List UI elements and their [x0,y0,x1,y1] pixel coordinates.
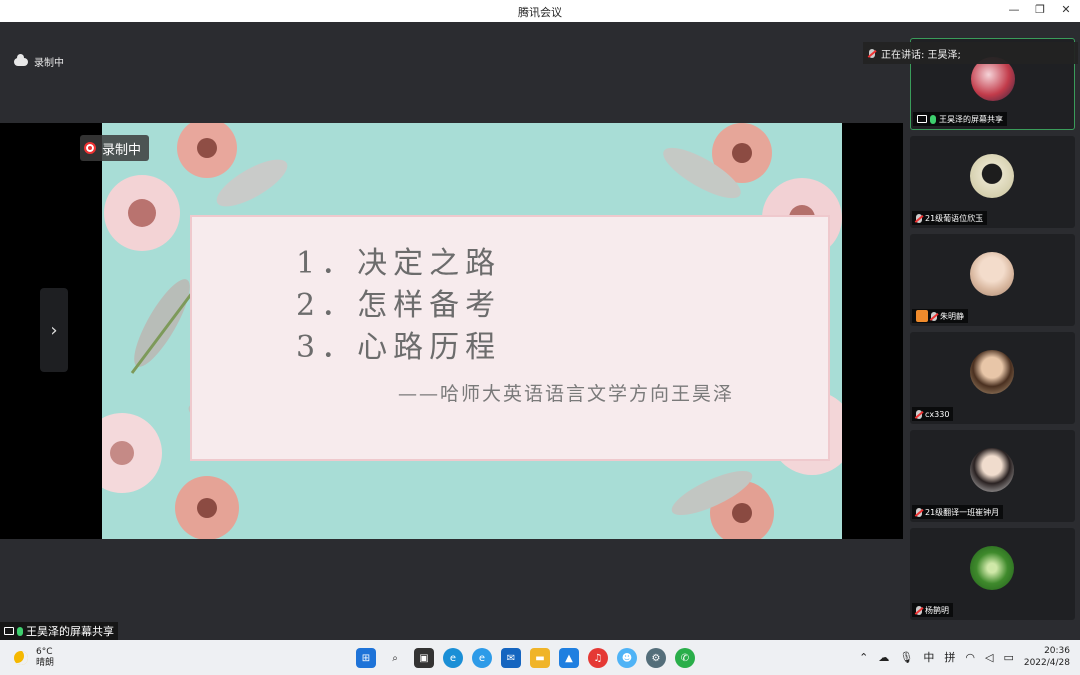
folder-icon[interactable]: ▬ [530,648,550,668]
participant-name: 21级翻译一班崔钟月 [925,507,1000,517]
settings-gear-icon[interactable]: ⚙ [646,648,666,668]
participant-name: 朱明静 [940,311,964,321]
system-tray: ⌃ ☁ 🎙︎ 中 拼 ◠ ◁ ▭ 20:36 2022/4/28 [859,645,1070,669]
record-dot-icon [84,142,96,154]
music-icon[interactable]: ♫ [588,648,608,668]
slide-line-3: 3．心路历程 [296,330,502,365]
windows-start-icon[interactable]: ⊞ [356,648,376,668]
wifi-icon[interactable]: ◠ [965,651,975,664]
participant-panel: 王昊泽的屏幕共享 正在讲话: 王昊泽; 21级葡语位欣玉 朱明静 cx330 2… [863,22,1080,640]
task-view-icon[interactable]: ▣ [414,648,434,668]
mic-muted-icon [931,311,937,321]
speaking-text: 正在讲话: 王昊泽; [881,49,961,61]
volume-icon[interactable]: ◁ [985,651,993,664]
recording-indicator[interactable]: 录制中 [14,53,64,69]
wechat-icon[interactable]: ✆ [675,648,695,668]
woman2-avatar [970,448,1014,492]
ime-mode[interactable]: 拼 [944,649,955,665]
participant-name-tag: 朱明静 [912,309,968,323]
battery-icon[interactable]: ▭ [1003,651,1013,664]
minimize-button[interactable]: — [1006,2,1022,18]
cloud-icon [14,53,28,66]
chevron-right-icon: › [50,319,58,341]
clock-date: 2022/4/28 [1023,658,1070,668]
participant-name: cx330 [925,409,950,419]
participant-tile[interactable]: 朱明静 [910,234,1075,326]
participant-name-tag: 21级葡语位欣玉 [912,211,988,225]
moon-icon [14,651,28,665]
slide-outline: 1．决定之路 2．怎样备考 3．心路历程 [296,243,501,369]
slide-line-2: 2．怎样备考 [296,288,502,323]
mail-icon[interactable]: ✉ [501,648,521,668]
recording-top-label: 录制中 [34,58,64,69]
chevron-up-icon[interactable]: ⌃ [859,651,868,664]
clock[interactable]: 20:36 2022/4/28 [1024,645,1070,669]
title-bar: 腾讯会议 — ❐ ✕ [0,0,1080,22]
tencent-meeting-icon[interactable]: ▲ [559,648,579,668]
mic-muted-icon [916,409,922,419]
speaking-indicator: 正在讲话: 王昊泽; [863,42,1078,64]
mic-tray-icon[interactable]: 🎙︎ [899,651,913,664]
participant-name-tag: 王昊泽的屏幕共享 [913,112,1007,126]
window-controls: — ❐ ✕ [1006,2,1074,18]
ime-language[interactable]: 中 [923,649,934,665]
window-title: 腾讯会议 [518,6,562,19]
mic-icon [869,48,875,58]
mic-muted-icon [916,213,922,223]
recording-badge-label: 录制中 [102,142,142,158]
participant-tile[interactable]: 21级翻译一班崔钟月 [910,430,1075,522]
expand-panel-button[interactable]: › [40,288,68,372]
taskbar-apps: ⊞ ⌕ ▣ e e ✉ ▬ ▲ ♫ ☻ ⚙ ✆ [356,648,695,668]
participant-name-tag: cx330 [912,407,954,421]
participant-tile[interactable]: 21级葡语位欣玉 [910,136,1075,228]
woman-avatar [970,350,1014,394]
mic-on-icon [17,626,23,636]
screen-share-icon [4,627,14,635]
restore-button[interactable]: ❐ [1032,2,1048,18]
participant-tile[interactable]: cx330 [910,332,1075,424]
taskbar: 6°C 晴朗 ⊞ ⌕ ▣ e e ✉ ▬ ▲ ♫ ☻ ⚙ ✆ ⌃ ☁ 🎙︎ 中 … [0,640,1080,675]
screen-share-area: 1．决定之路 2．怎样备考 3．心路历程 ——哈师大英语语言文学方向王昊泽 录制… [0,123,903,539]
nature-avatar [970,546,1014,590]
screen-share-label: 王昊泽的屏幕共享 [0,622,118,640]
slide-subtitle: ——哈师大英语语言文学方向王昊泽 [398,383,735,405]
main-stage: 录制中 1．决定之路 2．怎样备考 3．心路历程 ——哈师大英语语言文学方向王昊… [0,22,903,640]
close-button[interactable]: ✕ [1058,2,1074,18]
participant-name-tag: 杨鹊明 [912,603,953,617]
slide-content-panel [190,215,830,461]
screen-share-label-text: 王昊泽的屏幕共享 [26,625,114,638]
slide-line-1: 1．决定之路 [296,246,502,281]
recording-badge: 录制中 [80,135,150,161]
weather-temp: 6°C [36,647,53,657]
girl-avatar [970,252,1014,296]
participant-name-tag: 21级翻译一班崔钟月 [912,505,1004,519]
mic-muted-icon [916,507,922,517]
participant-name: 杨鹊明 [925,605,949,615]
clock-time: 20:36 [1044,646,1070,656]
penguin-avatar [970,154,1014,198]
participant-name: 王昊泽的屏幕共享 [939,114,1003,124]
cloud-tray-icon[interactable]: ☁ [878,651,889,664]
mic-on-icon [930,114,936,124]
presentation-slide: 1．决定之路 2．怎样备考 3．心路历程 ——哈师大英语语言文学方向王昊泽 [102,123,842,539]
qq-icon[interactable]: ☻ [617,648,637,668]
weather-desc: 晴朗 [36,658,55,668]
meeting-window: 腾讯会议 — ❐ ✕ 录制中 1．决定之路 2．怎样备考 3．心路历程 ——哈师… [0,0,1080,675]
edge-beta-icon[interactable]: e [472,648,492,668]
weather-widget[interactable]: 6°C 晴朗 [14,647,54,669]
mic-muted-icon [916,605,922,615]
participant-name: 21级葡语位欣玉 [925,213,984,223]
screen-share-icon [917,115,927,123]
host-icon [916,310,928,322]
search-icon[interactable]: ⌕ [385,648,405,668]
edge-icon[interactable]: e [443,648,463,668]
participant-tile[interactable]: 杨鹊明 [910,528,1075,620]
